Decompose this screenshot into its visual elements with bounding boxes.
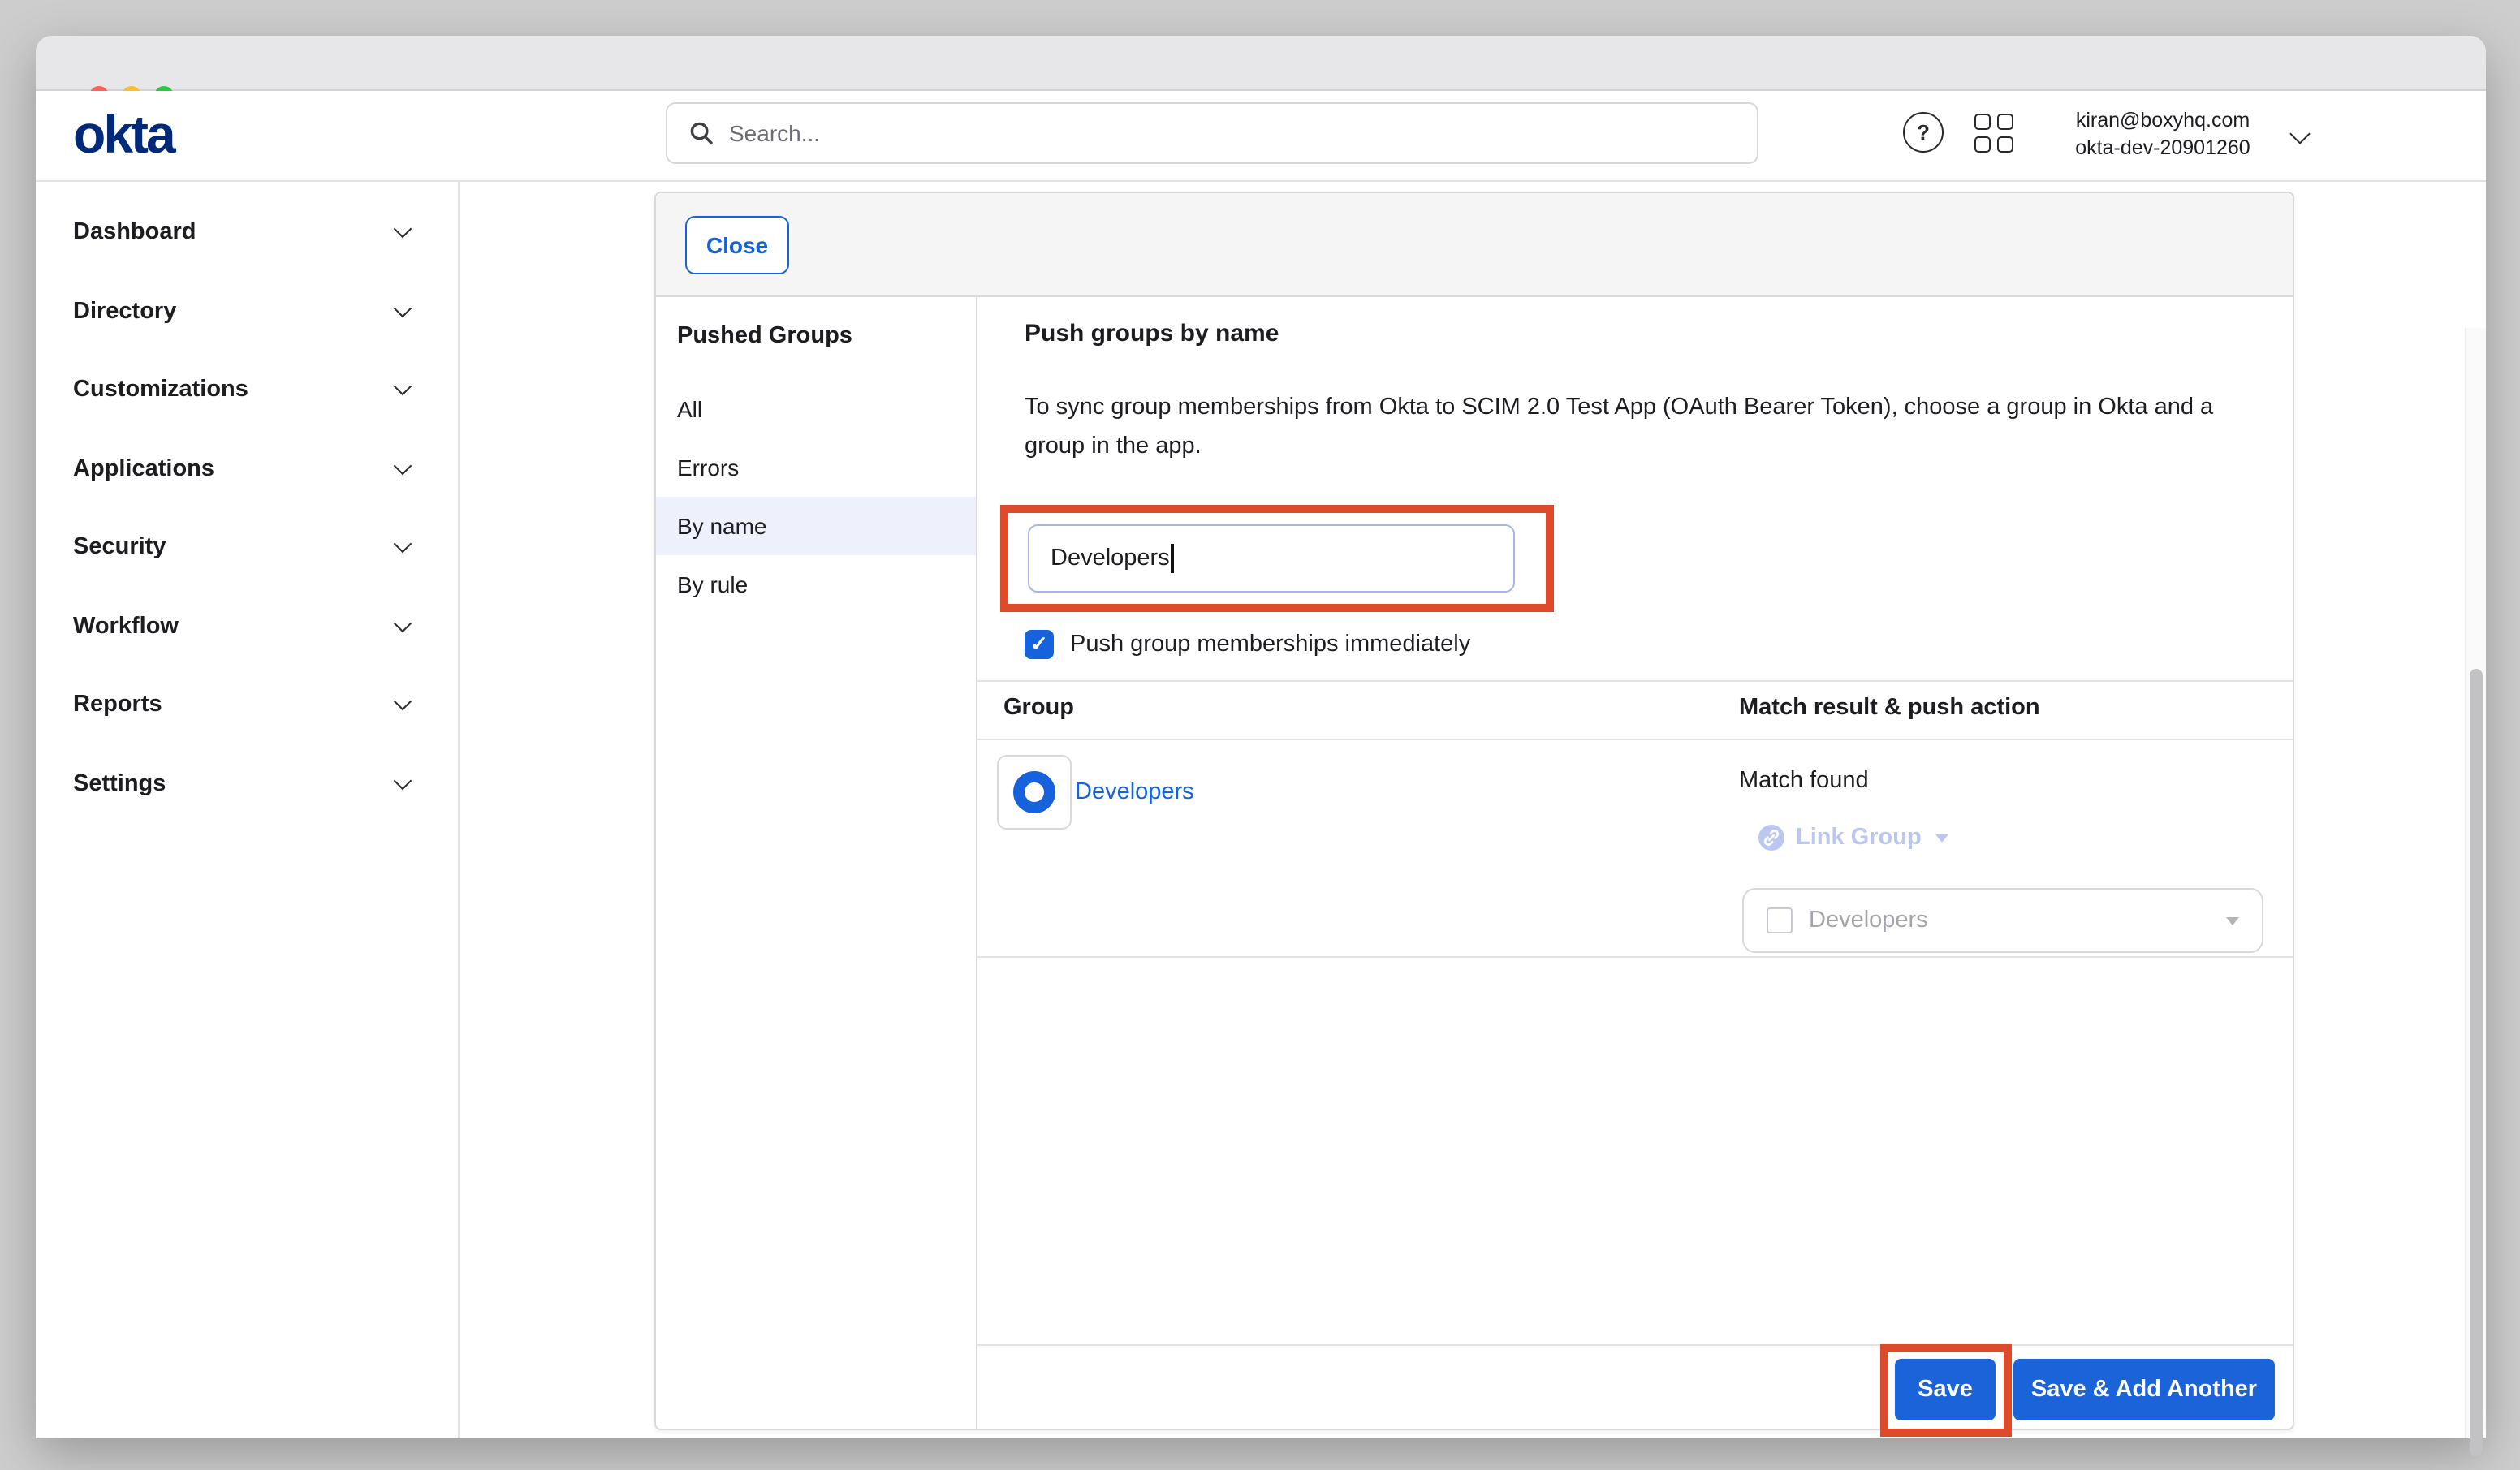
- chevron-down-icon: [394, 614, 412, 632]
- panel-toolbar: Close: [656, 193, 2293, 297]
- push-groups-panel: Close Pushed Groups All Errors By name B…: [654, 192, 2294, 1430]
- account-menu[interactable]: kiran@boxyhq.com okta-dev-20901260: [2049, 107, 2276, 162]
- column-header-match: Match result & push action: [1739, 695, 2040, 721]
- search-input[interactable]: Search...: [666, 102, 1758, 164]
- sidebar-item-directory[interactable]: Directory: [36, 272, 458, 351]
- search-icon: [688, 120, 714, 146]
- chevron-down-icon: [394, 220, 412, 239]
- okta-logo[interactable]: okta: [73, 106, 174, 164]
- content-title: Push groups by name: [1025, 317, 1279, 352]
- group-name-input[interactable]: Developers: [1028, 524, 1515, 593]
- help-icon[interactable]: ?: [1903, 112, 1944, 153]
- okta-circle-icon: [1013, 771, 1055, 813]
- nav-item-by-rule[interactable]: By rule: [656, 555, 976, 614]
- save-button[interactable]: Save: [1895, 1359, 1996, 1420]
- screen: okta Search... ? kiran@boxyhq.com okta-d…: [0, 0, 2520, 1470]
- save-add-another-button[interactable]: Save & Add Another: [2013, 1359, 2275, 1420]
- sidebar-item-applications[interactable]: Applications: [36, 429, 458, 508]
- window-titlebar: [36, 36, 2486, 91]
- pushed-groups-title: Pushed Groups: [656, 323, 976, 349]
- chevron-down-icon: [394, 771, 412, 790]
- sidebar-item-security[interactable]: Security: [36, 508, 458, 587]
- column-header-group: Group: [1003, 695, 1074, 721]
- group-name-value: Developers: [1051, 545, 1170, 571]
- linked-group-value: Developers: [1809, 907, 2210, 933]
- account-email: kiran@boxyhq.com: [2049, 107, 2276, 135]
- group-placeholder-icon: [1767, 907, 1793, 933]
- text-caret: [1172, 544, 1174, 573]
- select-triangle-icon: [2226, 916, 2239, 925]
- content-description: To sync group memberships from Okta to S…: [1025, 388, 2262, 466]
- table-top-border: [977, 680, 2293, 682]
- nav-item-errors[interactable]: Errors: [656, 438, 976, 497]
- search-placeholder: Search...: [729, 120, 820, 146]
- link-group-dropdown[interactable]: Link Group: [1758, 825, 1949, 851]
- footer-divider: [977, 1344, 2293, 1346]
- main-page: Close Pushed Groups All Errors By name B…: [460, 182, 2486, 1438]
- nav-item-all[interactable]: All: [656, 380, 976, 438]
- pushed-groups-nav: Pushed Groups All Errors By name By rule: [656, 297, 977, 1429]
- sidebar-item-settings[interactable]: Settings: [36, 744, 458, 823]
- group-link-developers[interactable]: Developers: [1075, 779, 1194, 805]
- chevron-down-icon: [394, 299, 412, 317]
- chevron-down-icon: [394, 535, 412, 554]
- browser-window: okta Search... ? kiran@boxyhq.com okta-d…: [36, 36, 2486, 1438]
- linked-group-select[interactable]: Developers: [1742, 888, 2263, 953]
- close-button[interactable]: Close: [685, 216, 789, 274]
- link-group-label: Link Group: [1796, 825, 1922, 851]
- chevron-down-icon[interactable]: [2289, 123, 2310, 144]
- account-org: okta-dev-20901260: [2049, 135, 2276, 162]
- okta-group-icon: [997, 755, 1072, 830]
- dropdown-triangle-icon: [1936, 834, 1949, 842]
- chevron-down-icon: [394, 456, 412, 475]
- sidebar-item-workflow[interactable]: Workflow: [36, 587, 458, 666]
- chevron-down-icon: [394, 692, 412, 711]
- table-row-border: [977, 956, 2293, 958]
- chevron-down-icon: [394, 377, 412, 396]
- match-status: Match found: [1739, 768, 1869, 794]
- link-icon: [1758, 825, 1784, 851]
- app-header: okta Search... ? kiran@boxyhq.com okta-d…: [36, 91, 2486, 182]
- check-icon: ✓: [1030, 632, 1048, 657]
- push-immediately-label: Push group memberships immediately: [1070, 632, 1470, 659]
- sidebar-item-customizations[interactable]: Customizations: [36, 351, 458, 429]
- scrollbar-thumb[interactable]: [2470, 669, 2483, 1456]
- sidebar-item-dashboard[interactable]: Dashboard: [36, 193, 458, 272]
- push-immediately-checkbox[interactable]: ✓: [1025, 630, 1054, 659]
- table-header-border: [977, 739, 2293, 740]
- sidebar-item-reports[interactable]: Reports: [36, 666, 458, 744]
- sidebar: Dashboard Directory Customizations Appli…: [36, 182, 460, 1438]
- push-by-name-content: Push groups by name To sync group member…: [977, 297, 2293, 1429]
- scrollbar-track[interactable]: [2464, 328, 2486, 1438]
- nav-item-by-name[interactable]: By name: [656, 497, 976, 555]
- apps-grid-icon[interactable]: [1974, 114, 2013, 153]
